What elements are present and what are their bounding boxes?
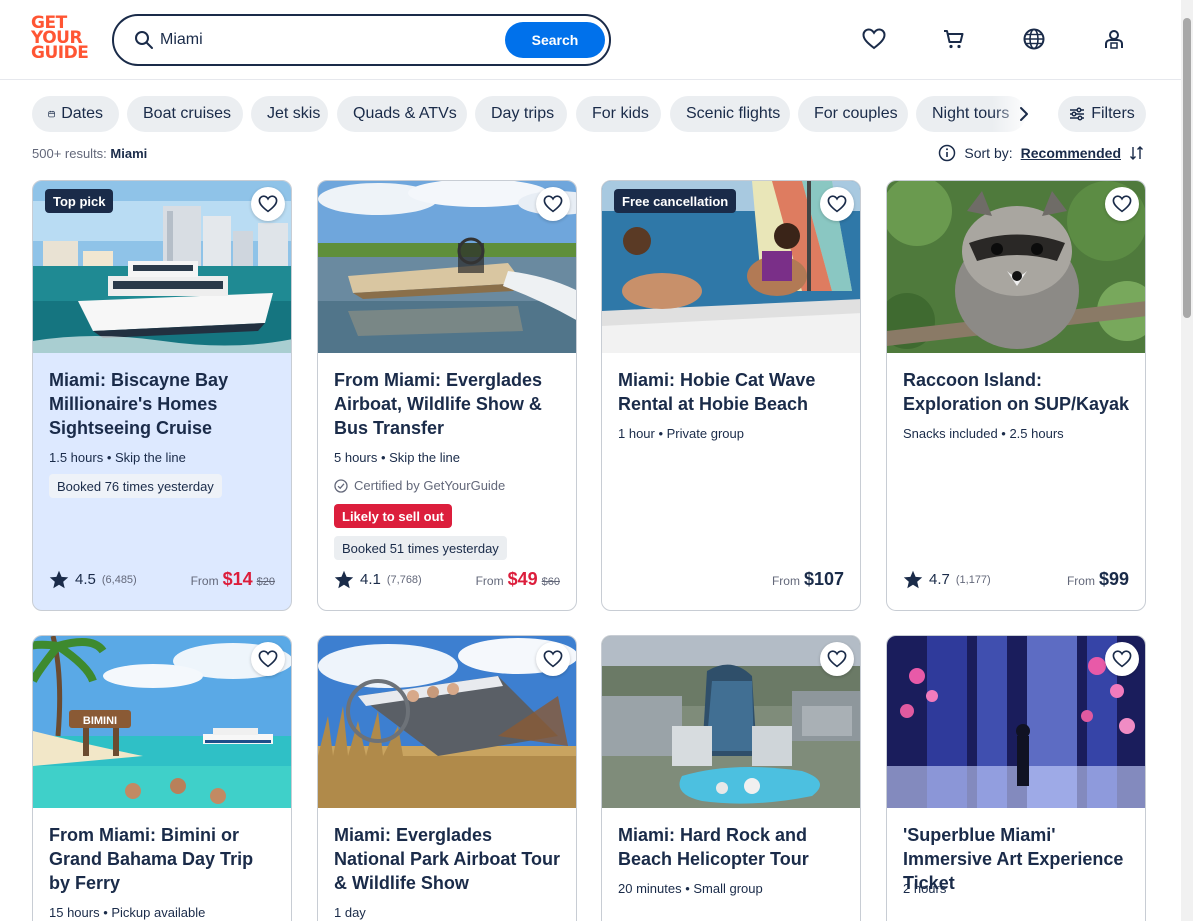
card-duration: 15 hours • Pickup available [49, 905, 206, 920]
wishlist-heart-icon[interactable] [1105, 187, 1139, 221]
card-rating: 4.7 (1,177) [903, 570, 991, 589]
card-title[interactable]: Miami: Hobie Cat Wave Rental at Hobie Be… [618, 368, 848, 416]
card-title[interactable]: Raccoon Island: Exploration on SUP/Kayak [903, 368, 1133, 416]
sliders-icon [1070, 107, 1085, 121]
bimini-sign-text: BIMINI [83, 715, 117, 727]
card-duration: 5 hours • Skip the line [334, 450, 460, 465]
activity-card[interactable]: Raccoon Island: Exploration on SUP/Kayak… [886, 180, 1146, 611]
activity-card[interactable]: 'Superblue Miami' Immersive Art Experien… [886, 635, 1146, 921]
card-duration: 2 hours [903, 881, 947, 896]
chip-day-trips[interactable]: Day trips [475, 96, 567, 132]
card-rating: 4.1 (7,768) [334, 570, 422, 589]
card-title[interactable]: From Miami: Everglades Airboat, Wildlife… [334, 368, 564, 440]
wishlist-heart-icon[interactable] [251, 187, 285, 221]
card-title[interactable]: From Miami: Bimini or Grand Bahama Day T… [49, 823, 279, 895]
activity-card[interactable]: BIMINI From Miami: Bimini or Grand Baham… [32, 635, 292, 921]
chip-quads-atvs[interactable]: Quads & ATVs [337, 96, 467, 132]
card-duration: Snacks included • 2.5 hours [903, 426, 1064, 441]
heart-icon[interactable] [861, 26, 887, 52]
sort-value[interactable]: Recommended [1021, 145, 1121, 161]
chip-boat-cruises[interactable]: Boat cruises [127, 96, 243, 132]
card-price: From $107 [771, 569, 844, 589]
chevron-right-icon[interactable] [1012, 102, 1036, 126]
activity-card[interactable]: Miami: Everglades National Park Airboat … [317, 635, 577, 921]
chip-dates[interactable]: Dates [32, 96, 119, 132]
activity-card[interactable]: From Miami: Everglades Airboat, Wildlife… [317, 180, 577, 611]
card-duration: 20 minutes • Small group [618, 881, 763, 896]
results-count: 500+ results: Miami [32, 146, 148, 161]
search-icon [135, 31, 153, 49]
globe-icon[interactable] [1021, 26, 1047, 52]
getyourguide-logo[interactable]: GET YOUR GUIDE [31, 15, 91, 64]
card-duration: 1.5 hours • Skip the line [49, 450, 186, 465]
card-duration: 1 hour • Private group [618, 426, 744, 441]
sort-arrows-icon[interactable] [1129, 145, 1145, 161]
free-cancellation-badge: Free cancellation [614, 189, 737, 213]
activity-card[interactable]: Top pick Miami: Biscayne Bay Millionaire… [32, 180, 292, 611]
chip-for-kids[interactable]: For kids [576, 96, 661, 132]
top-pick-badge: Top pick [45, 189, 114, 213]
page-scrollbar[interactable] [1181, 0, 1193, 921]
search-button[interactable]: Search [505, 22, 605, 58]
card-duration: 1 day [334, 905, 366, 920]
star-icon [903, 570, 923, 589]
card-title[interactable]: Miami: Everglades National Park Airboat … [334, 823, 564, 895]
wishlist-heart-icon[interactable] [251, 642, 285, 676]
card-price: From $99 [1066, 569, 1129, 589]
search-bar: Search [112, 14, 611, 66]
wishlist-heart-icon[interactable] [536, 187, 570, 221]
check-circle-icon [334, 478, 348, 493]
cart-icon[interactable] [941, 26, 967, 52]
booked-badge: Booked 76 times yesterday [49, 474, 222, 498]
star-icon [334, 570, 354, 589]
wishlist-heart-icon[interactable] [1105, 642, 1139, 676]
filters-button[interactable]: Filters [1058, 96, 1146, 132]
card-price: From $14 $20 [190, 569, 275, 589]
chip-scenic-flights[interactable]: Scenic flights [670, 96, 790, 132]
category-chips: Dates Boat cruises Jet skis Quads & ATVs… [32, 96, 1032, 132]
search-input[interactable] [160, 26, 460, 54]
top-header: GET YOUR GUIDE Search [0, 0, 1193, 80]
scrollbar-thumb[interactable] [1183, 18, 1191, 318]
activity-card[interactable]: Miami: Hard Rock and Beach Helicopter To… [601, 635, 861, 921]
chip-jet-skis[interactable]: Jet skis [251, 96, 328, 132]
info-icon[interactable] [938, 144, 956, 162]
booked-badge: Booked 51 times yesterday [334, 536, 507, 560]
card-price: From $49 $60 [475, 569, 560, 589]
sell-out-badge: Likely to sell out [334, 504, 452, 528]
card-title[interactable]: Miami: Biscayne Bay Millionaire's Homes … [49, 368, 279, 440]
calendar-icon [48, 110, 55, 118]
wishlist-heart-icon[interactable] [820, 642, 854, 676]
card-title[interactable]: Miami: Hard Rock and Beach Helicopter To… [618, 823, 848, 871]
wishlist-heart-icon[interactable] [536, 642, 570, 676]
profile-icon[interactable] [1101, 26, 1127, 52]
card-rating: 4.5 (6,485) [49, 570, 137, 589]
certified-label: Certified by GetYourGuide [334, 478, 505, 493]
chip-for-couples[interactable]: For couples [798, 96, 908, 132]
activity-card[interactable]: Free cancellation Miami: Hobie Cat Wave … [601, 180, 861, 611]
sort-control[interactable]: Sort by: Recommended [938, 144, 1145, 162]
wishlist-heart-icon[interactable] [820, 187, 854, 221]
star-icon [49, 570, 69, 589]
